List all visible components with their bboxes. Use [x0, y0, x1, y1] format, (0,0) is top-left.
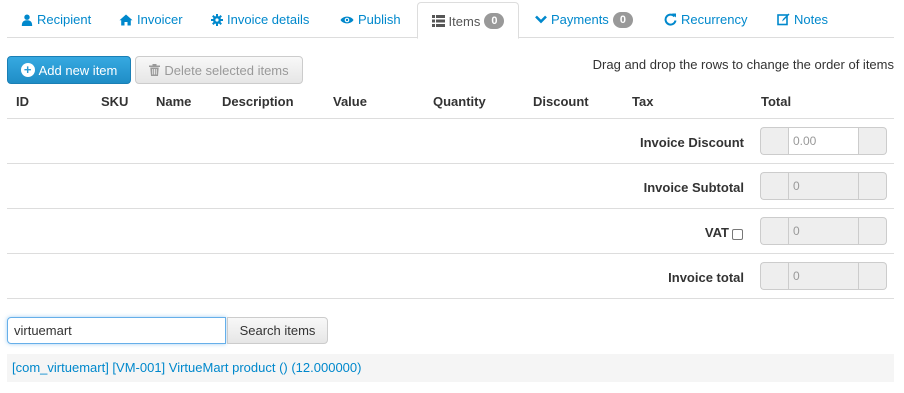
input-addon: [760, 262, 788, 290]
invoice-subtotal-input-group: 0: [760, 172, 887, 200]
tab-payments[interactable]: Payments 0: [535, 0, 633, 38]
list-icon: [431, 15, 445, 27]
input-addon: [859, 262, 887, 290]
vat-input-group: 0: [760, 217, 887, 245]
column-header-name: Name: [156, 94, 192, 109]
search-items-button[interactable]: Search items: [227, 317, 328, 344]
item-search-input[interactable]: virtuemart: [7, 317, 226, 344]
column-header-id: ID: [16, 94, 29, 109]
tab-label: Invoicer: [137, 12, 183, 27]
tab-recurrency[interactable]: Recurrency: [664, 0, 747, 38]
tab-label: Recipient: [37, 12, 92, 27]
refresh-icon: [664, 13, 677, 26]
eye-icon: [340, 15, 354, 25]
column-header-value: Value: [333, 94, 367, 109]
invoice-total-label: Invoice total: [668, 270, 744, 285]
tab-label: Invoice details: [227, 12, 310, 27]
invoice-total-input-group: 0: [760, 262, 887, 290]
add-new-item-button[interactable]: + Add new item: [7, 56, 131, 84]
vat-field: 0: [788, 217, 859, 245]
input-addon: [760, 127, 788, 155]
tab-items[interactable]: Items 0: [417, 2, 519, 39]
delete-selected-items-label: Delete selected items: [164, 62, 289, 78]
input-addon: [760, 172, 788, 200]
input-addon: [859, 217, 887, 245]
column-header-discount: Discount: [533, 94, 589, 109]
home-icon: [119, 14, 133, 26]
invoice-subtotal-field: 0: [788, 172, 859, 200]
payments-count-badge: 0: [612, 11, 633, 28]
tab-label: Publish: [358, 12, 401, 27]
invoice-discount-row: Invoice Discount 0.00: [7, 119, 894, 164]
invoice-discount-label: Invoice Discount: [639, 135, 744, 150]
column-header-description: Description: [222, 94, 294, 109]
vat-label: VAT: [704, 225, 729, 240]
invoice-discount-input-group: 0.00: [760, 127, 887, 155]
tab-publish[interactable]: Publish: [340, 0, 401, 38]
tab-label: Items: [448, 13, 481, 29]
add-new-item-label: Add new item: [38, 62, 118, 78]
column-header-total: Total: [761, 94, 792, 109]
vat-checkbox[interactable]: [732, 228, 743, 240]
tab-label: Payments: [551, 12, 609, 27]
user-icon: [21, 14, 33, 26]
items-count-badge: 0: [484, 13, 505, 29]
invoice-total-field: 0: [788, 262, 859, 290]
invoice-total-row: Invoice total 0: [7, 254, 894, 299]
vat-row: VAT 0: [7, 209, 894, 254]
tab-invoice-details[interactable]: Invoice details: [211, 0, 309, 38]
invoice-subtotal-row: Invoice Subtotal 0: [7, 164, 894, 209]
input-addon: [760, 217, 788, 245]
input-addon: [859, 172, 887, 200]
vat-label-wrap: VAT: [705, 225, 743, 240]
reorder-hint: Drag and drop the rows to change the ord…: [592, 57, 894, 72]
tab-bar: Recipient Invoicer Invoice details Publi…: [7, 0, 894, 39]
gear-icon: [211, 13, 223, 26]
delete-selected-items-button[interactable]: Delete selected items: [135, 56, 303, 84]
tab-invoicer[interactable]: Invoicer: [119, 0, 183, 38]
tab-label: Recurrency: [681, 12, 748, 27]
trash-icon: [149, 64, 161, 76]
tab-label: Notes: [794, 12, 828, 27]
input-addon: [859, 127, 887, 155]
search-results: [com_virtuemart] [VM-001] VirtueMart pro…: [7, 354, 894, 382]
column-header-quantity: Quantity: [433, 94, 486, 109]
chevron-down-icon: [535, 15, 547, 24]
invoice-subtotal-label: Invoice Subtotal: [643, 180, 744, 195]
invoice-discount-input[interactable]: 0.00: [788, 127, 859, 155]
column-header-tax: Tax: [632, 94, 654, 109]
tab-notes[interactable]: Notes: [777, 0, 828, 38]
edit-icon: [777, 13, 790, 26]
items-table-header: ID SKU Name Description Value Quantity D…: [7, 86, 894, 119]
column-header-sku: SKU: [101, 94, 129, 109]
plus-circle-icon: +: [20, 63, 35, 77]
search-result-link[interactable]: [com_virtuemart] [VM-001] VirtueMart pro…: [12, 360, 361, 375]
tab-recipient[interactable]: Recipient: [21, 0, 91, 38]
